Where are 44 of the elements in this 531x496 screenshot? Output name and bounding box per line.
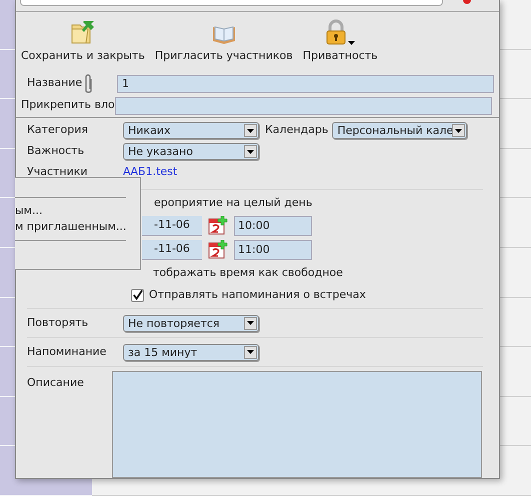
- field-label: Напоминание: [27, 344, 108, 360]
- title-field[interactable]: 1: [117, 74, 494, 93]
- time-field[interactable]: 11:00: [234, 240, 312, 260]
- toolbar-button[interactable]: Пригласить участников: [154, 16, 293, 64]
- dropdown[interactable]: Не повторяется: [123, 314, 259, 332]
- checkbox-label: тображать время как свободное: [153, 264, 343, 281]
- dropdown-value: за 15 минут: [127, 346, 198, 358]
- padlock-icon: [325, 18, 348, 45]
- calendar-add-icon[interactable]: [208, 240, 228, 260]
- dropdown-value: Не указано: [127, 146, 194, 157]
- field-label: Категория: [27, 122, 89, 138]
- time-field[interactable]: 10:00: [234, 216, 312, 236]
- description-field[interactable]: [112, 371, 482, 478]
- date-field[interactable]: -11-06: [142, 240, 202, 260]
- dropdown[interactable]: Не указано: [123, 143, 259, 160]
- field-label: Календарь: [265, 122, 328, 138]
- toolbar-button[interactable]: Сохранить и закрыть: [21, 16, 145, 64]
- field-label: Участники: [27, 164, 89, 180]
- dropdown[interactable]: Никаих: [123, 122, 259, 139]
- dropdown-value: Никаих: [127, 125, 172, 136]
- dropdown-value: Персональный кале: [336, 125, 452, 136]
- checkbox-label: Отправлять напоминания о встречах: [149, 286, 366, 303]
- field-label: Повторять: [27, 314, 90, 331]
- dropdown[interactable]: за 15 минут: [123, 344, 259, 360]
- menu-item[interactable]: ым...: [15, 203, 140, 219]
- field-label: Важность: [27, 143, 86, 160]
- toolbar-button[interactable]: Приватность: [302, 16, 378, 64]
- checkbox-label: ероприятие на целый день: [154, 194, 312, 211]
- field-label: Прикрепить вло: [21, 97, 115, 114]
- dropdown[interactable]: Персональный кале: [332, 122, 468, 139]
- dropdown-arrow-icon: [348, 40, 356, 45]
- menu-item[interactable]: м приглашенным...: [15, 219, 140, 235]
- field-label: Название: [27, 75, 84, 92]
- participant-link[interactable]: ААБ1.test: [123, 164, 178, 181]
- checkbox[interactable]: [131, 288, 144, 302]
- paperclip-icon[interactable]: [84, 72, 93, 95]
- folder-arrow-icon: [70, 18, 96, 45]
- location-field[interactable]: [115, 96, 492, 115]
- status-icon: [463, 0, 471, 4]
- field-label: Описание: [27, 375, 85, 391]
- dropdown-value: Не повторяется: [127, 318, 221, 328]
- calendar-add-icon[interactable]: [208, 216, 228, 236]
- date-field[interactable]: -11-06: [142, 216, 202, 236]
- text-field[interactable]: [20, 0, 443, 6]
